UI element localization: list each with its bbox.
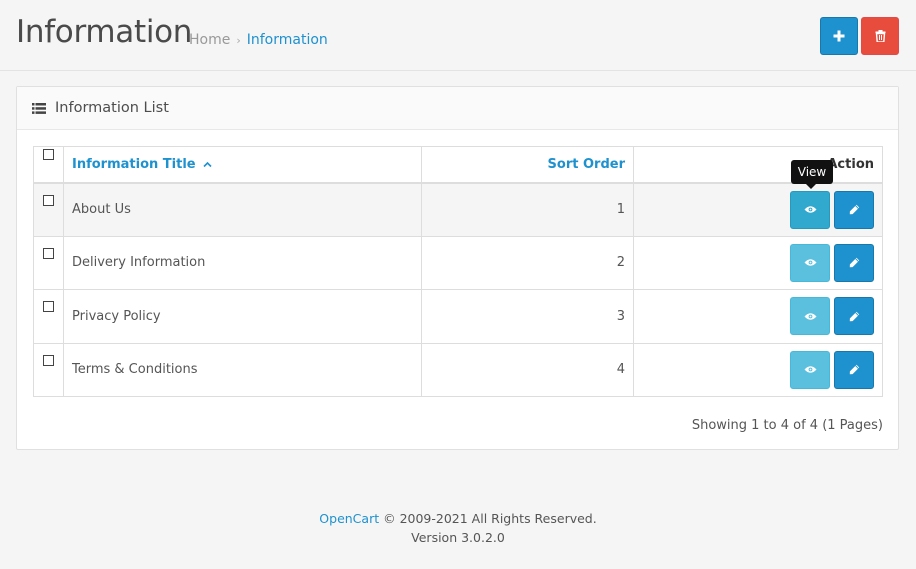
view-button[interactable] [790,350,830,389]
eye-icon [804,366,816,373]
row-sort-order: 2 [421,235,634,290]
column-header-sort-order[interactable]: Sort Order [421,146,634,184]
page-title: Information [16,14,193,50]
chevron-up-icon [203,161,212,167]
footer-copyright-line: OpenCart © 2009-2021 All Rights Reserved… [0,509,916,528]
eye-icon [804,206,816,213]
view-button[interactable] [790,190,830,229]
sort-by-title-link[interactable]: Information Title [72,157,196,172]
list-icon [32,102,46,114]
page-header: Information Home › Information [0,0,916,71]
tooltip-arrow [806,184,816,189]
row-actions [633,235,883,290]
sort-by-sort-order-link[interactable]: Sort Order [548,157,625,172]
row-sort-order: 4 [421,342,634,397]
delete-button[interactable] [861,17,899,55]
copyright-text: © 2009-2021 All Rights Reserved. [379,511,597,526]
eye-icon [804,313,816,320]
row-check-cell [33,289,64,344]
edit-button[interactable] [834,350,874,389]
trash-icon [875,30,885,42]
select-all-cell [33,146,64,184]
pencil-icon [849,258,859,268]
table-header-row: Information Title Sort Order Action [33,146,883,184]
column-header-title[interactable]: Information Title [63,146,422,184]
column-header-action: Action [633,146,883,184]
row-actions [633,342,883,397]
row-title: About Us [63,182,422,237]
view-tooltip: View [791,160,833,184]
row-check-cell [33,182,64,237]
pencil-icon [849,365,859,375]
information-table: Information Title Sort Order Action Abou… [33,146,883,397]
plus-icon [833,30,845,42]
edit-button[interactable] [834,297,874,336]
pagination-results: Showing 1 to 4 of 4 (1 Pages) [691,418,883,433]
panel-heading: Information List [17,87,898,130]
table-row: Delivery Information 2 [33,235,883,290]
view-button[interactable] [790,297,830,336]
breadcrumb: Home › Information [189,32,328,48]
row-check-cell [33,342,64,397]
row-check-cell [33,235,64,290]
row-checkbox[interactable] [43,194,54,206]
breadcrumb-home-link[interactable]: Home [189,32,230,48]
row-sort-order: 1 [421,182,634,237]
edit-button[interactable] [834,190,874,229]
pencil-icon [849,204,859,215]
row-title: Privacy Policy [63,289,422,344]
table-row: Terms & Conditions 4 [33,342,883,397]
action-header-label: Action [827,156,874,172]
breadcrumb-current-link[interactable]: Information [247,32,328,48]
pencil-icon [849,311,859,321]
row-title: Terms & Conditions [63,342,422,397]
opencart-link[interactable]: OpenCart [319,511,379,526]
panel-title: Information List [55,100,169,116]
information-list-panel: Information List Information Title Sort … [16,86,899,450]
row-checkbox[interactable] [43,354,54,366]
table-row: About Us 1 [33,182,883,237]
row-actions [633,289,883,344]
row-checkbox[interactable] [43,247,54,259]
version-text: Version 3.0.2.0 [411,530,505,545]
row-checkbox[interactable] [43,301,54,312]
footer: OpenCart © 2009-2021 All Rights Reserved… [0,509,916,547]
view-button[interactable] [790,243,830,282]
add-new-button[interactable] [820,17,858,55]
eye-icon [804,259,816,266]
row-title: Delivery Information [63,235,422,290]
breadcrumb-separator: › [236,33,241,47]
table-row: Privacy Policy 3 [33,289,883,344]
edit-button[interactable] [834,243,874,282]
row-sort-order: 3 [421,289,634,344]
row-actions [633,182,883,237]
select-all-checkbox[interactable] [43,149,54,160]
